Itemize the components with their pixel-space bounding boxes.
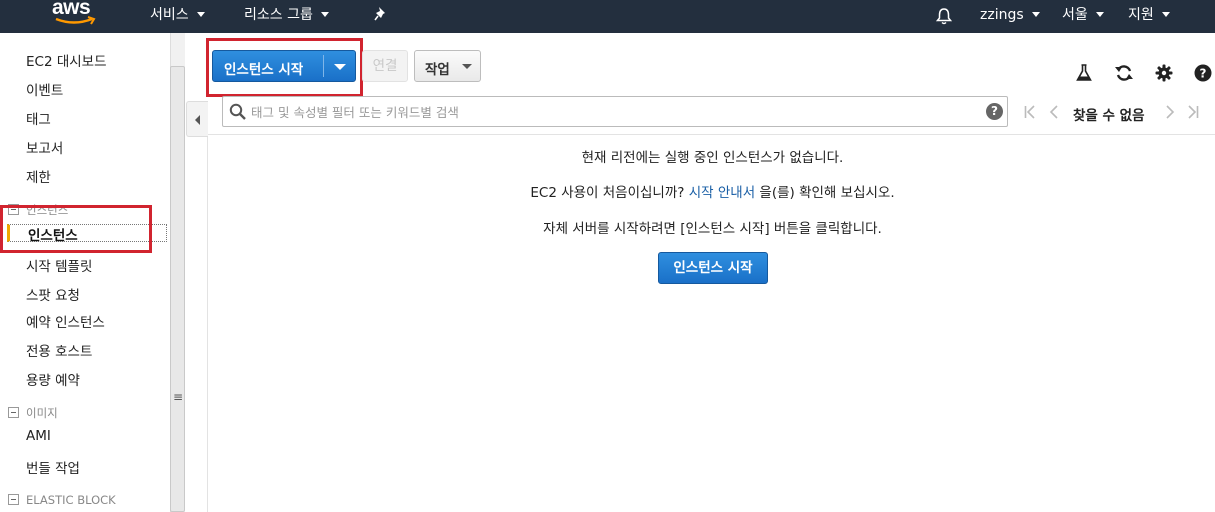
- refresh-icon[interactable]: [1114, 64, 1134, 82]
- resource-groups-label: 리소스 그룹: [244, 7, 313, 23]
- svg-text:?: ?: [1200, 67, 1207, 81]
- getting-started-prefix: EC2 사용이 처음이십니까?: [530, 185, 689, 201]
- collapse-icon: [8, 494, 19, 505]
- actions-button[interactable]: 작업: [414, 50, 481, 82]
- getting-started-message: EC2 사용이 처음이십니까? 시작 안내서 을(를) 확인해 보십시오.: [210, 181, 1215, 201]
- last-page-icon[interactable]: [1187, 104, 1199, 120]
- services-menu[interactable]: 서비스: [150, 0, 205, 33]
- launch-instance-center-button[interactable]: 인스턴스 시작: [658, 252, 768, 284]
- actions-label: 작업: [425, 62, 450, 78]
- sidebar-item-dedicated-hosts[interactable]: 전용 호스트: [26, 340, 92, 360]
- sidebar-section-images[interactable]: 이미지: [8, 405, 58, 421]
- chevron-down-icon: [1161, 11, 1170, 17]
- sidebar-item-events[interactable]: 이벤트: [26, 79, 63, 99]
- region-menu[interactable]: 서울: [1062, 0, 1104, 33]
- chevron-down-icon: [196, 11, 205, 17]
- first-page-icon[interactable]: [1024, 104, 1036, 120]
- sidebar-item-launch-templates[interactable]: 시작 템플릿: [26, 255, 92, 275]
- sidebar-item-tags[interactable]: 태그: [26, 108, 51, 128]
- gear-icon[interactable]: [1155, 64, 1173, 82]
- sidebar-section-label: ELASTIC BLOCK: [26, 493, 116, 507]
- divider: [208, 134, 1215, 135]
- search-icon: [229, 103, 246, 120]
- sidebar-item-reserved-instances[interactable]: 예약 인스턴스: [26, 311, 105, 331]
- aws-logo[interactable]: aws: [52, 0, 102, 30]
- sidebar-section-label: 이미지: [26, 406, 58, 420]
- search-input[interactable]: [251, 101, 971, 123]
- flask-icon[interactable]: [1076, 64, 1092, 82]
- sidebar-section-elastic-block[interactable]: ELASTIC BLOCK: [8, 493, 116, 507]
- sidebar-item-bundle-tasks[interactable]: 번들 작업: [26, 457, 80, 477]
- previous-page-icon[interactable]: [1049, 104, 1059, 120]
- sidebar-item-reports[interactable]: 보고서: [26, 137, 63, 157]
- bell-icon[interactable]: [936, 7, 952, 25]
- getting-started-guide-link[interactable]: 시작 안내서: [689, 185, 755, 201]
- user-menu-label: zzings: [980, 7, 1024, 23]
- empty-state-message: 현재 리전에는 실행 중인 인스턴스가 없습니다.: [581, 150, 844, 166]
- scrollbar-grip-icon: ≡: [173, 390, 184, 404]
- sidebar-item-spot-requests[interactable]: 스팟 요청: [26, 284, 80, 304]
- pin-icon[interactable]: [374, 6, 388, 22]
- sidebar-item-ec2-dashboard[interactable]: EC2 대시보드: [26, 50, 107, 70]
- highlight-box-instances: [0, 205, 152, 253]
- chevron-down-icon: [462, 64, 472, 69]
- support-menu-label: 지원: [1128, 7, 1154, 23]
- filter-search-bar: ?: [222, 96, 1008, 127]
- collapse-icon: [8, 407, 19, 418]
- chevron-down-icon: [1095, 11, 1104, 17]
- getting-started-suffix: 을(를) 확인해 보십시오.: [755, 185, 895, 201]
- launch-instructions-message: 자체 서버를 시작하려면 [인스턴스 시작] 버튼을 클릭합니다.: [543, 221, 882, 237]
- highlight-box-launch-button: [206, 38, 363, 97]
- sidebar-item-capacity-reservations[interactable]: 용량 예약: [26, 369, 80, 389]
- services-menu-label: 서비스: [150, 7, 189, 23]
- chevron-down-icon: [1031, 11, 1040, 17]
- chevron-down-icon: [320, 11, 329, 17]
- connect-button: 연결: [362, 50, 408, 82]
- region-menu-label: 서울: [1062, 7, 1088, 23]
- search-help-icon[interactable]: ?: [986, 103, 1003, 120]
- resource-groups-menu[interactable]: 리소스 그룹: [244, 0, 329, 33]
- pagination-status: 찾을 수 없음: [1073, 108, 1145, 124]
- next-page-icon[interactable]: [1165, 104, 1175, 120]
- user-menu[interactable]: zzings: [980, 0, 1040, 33]
- sidebar-item-ami[interactable]: AMI: [26, 428, 51, 444]
- collapse-sidebar-button[interactable]: [186, 101, 208, 137]
- support-menu[interactable]: 지원: [1128, 0, 1170, 33]
- top-navigation-bar: aws 서비스 리소스 그룹 zzings 서울 지원: [0, 0, 1215, 33]
- sidebar-scrollbar-thumb[interactable]: [170, 66, 185, 512]
- aws-smile-icon: [55, 16, 96, 25]
- sidebar-item-limits[interactable]: 제한: [26, 166, 51, 186]
- panel-divider: [207, 137, 208, 512]
- help-icon[interactable]: ?: [1194, 64, 1212, 82]
